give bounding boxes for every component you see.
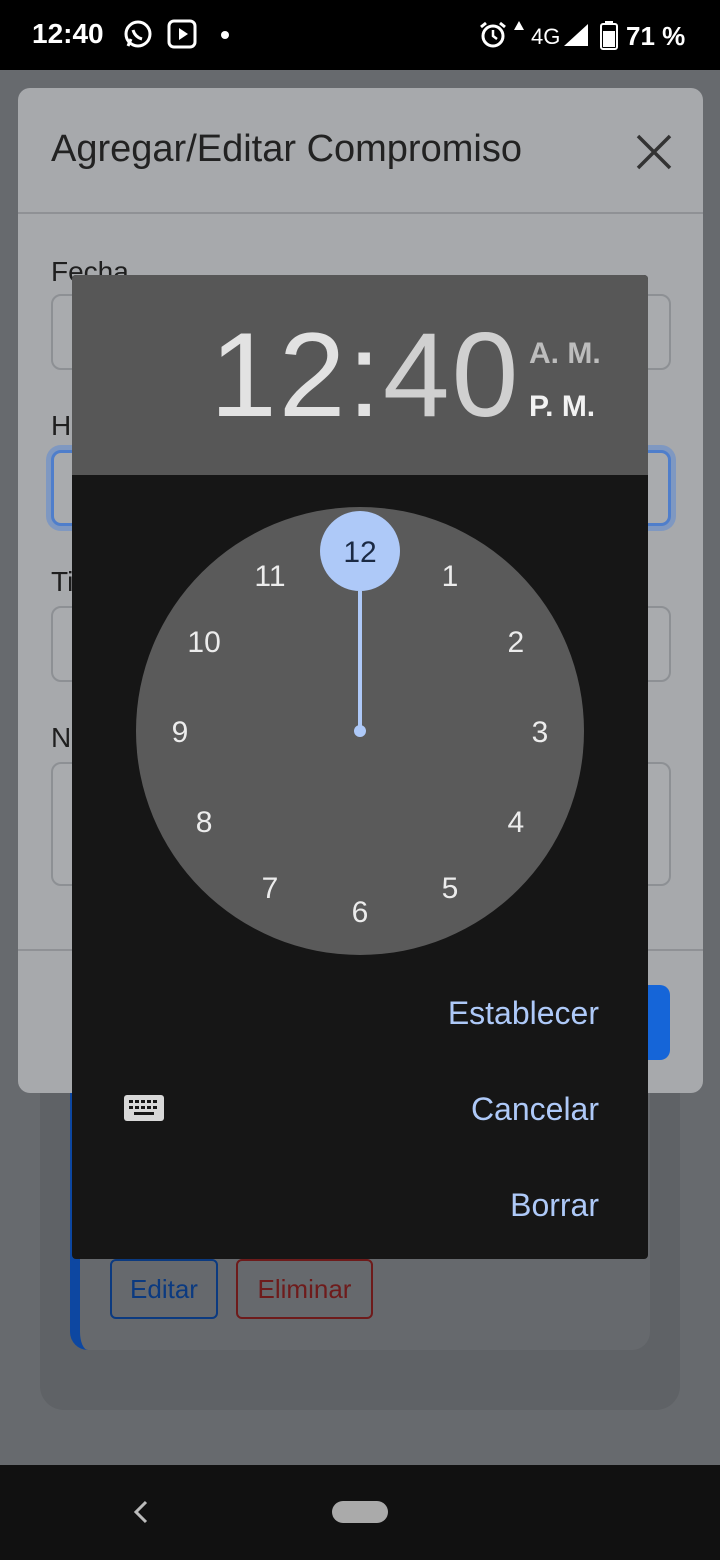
clock-number-4[interactable]: 4 <box>508 806 525 839</box>
edit-button[interactable]: Editar <box>110 1259 218 1319</box>
set-button[interactable]: Establecer <box>448 995 599 1032</box>
clock-number-3[interactable]: 3 <box>532 716 549 749</box>
clear-button[interactable]: Borrar <box>510 1187 599 1224</box>
clock-number-11[interactable]: 11 <box>254 560 285 593</box>
modal-header-divider <box>18 212 703 214</box>
minute-display[interactable]: 40 <box>383 308 520 442</box>
battery-icon <box>600 21 618 50</box>
clock-number-1[interactable]: 1 <box>442 560 459 593</box>
clock-number-9[interactable]: 9 <box>172 716 189 749</box>
back-icon[interactable] <box>128 1496 152 1528</box>
alarm-icon <box>480 21 506 48</box>
signal-icon <box>564 24 588 46</box>
modal-title: Agregar/Editar Compromiso <box>51 128 522 170</box>
hour-display[interactable]: 12 <box>210 308 347 442</box>
clock-number-5[interactable]: 5 <box>442 872 459 905</box>
clock-number-2[interactable]: 2 <box>508 626 525 659</box>
status-bar: 12:40 4G 71 % <box>0 0 720 70</box>
time-picker-dialog: 12:40 A. M. P. M. 12 1 2 3 4 5 6 7 8 9 10 11 Establ… <box>72 275 648 1259</box>
clock-number-10[interactable]: 10 <box>187 626 220 659</box>
time-picker-header: 12:40 A. M. P. M. <box>72 275 648 475</box>
selected-time-display: 12:40 <box>210 315 520 435</box>
keyboard-icon[interactable] <box>124 1095 164 1121</box>
clock-center-dot <box>354 725 366 737</box>
pm-toggle[interactable]: P. M. <box>529 390 595 424</box>
clock-number-12[interactable]: 12 <box>343 536 376 569</box>
home-pill[interactable] <box>332 1501 388 1523</box>
close-icon[interactable] <box>634 132 674 172</box>
whatsapp-icon <box>124 20 152 48</box>
clock-number-6[interactable]: 6 <box>352 896 369 929</box>
cancel-button[interactable]: Cancelar <box>471 1091 599 1128</box>
delete-button[interactable]: Eliminar <box>236 1259 373 1319</box>
clock-number-8[interactable]: 8 <box>196 806 213 839</box>
data-arrow-icon <box>514 21 524 30</box>
time-separator: : <box>347 308 383 442</box>
notification-dot-icon <box>221 31 229 39</box>
network-type: 4G <box>531 24 561 49</box>
battery-level: 71 % <box>626 21 686 51</box>
clock-number-7[interactable]: 7 <box>262 872 279 905</box>
clock-dial[interactable]: 121234567891011 <box>136 507 584 955</box>
am-toggle[interactable]: A. M. <box>529 337 601 371</box>
youtube-icon <box>167 19 197 49</box>
status-time: 12:40 <box>32 18 104 49</box>
